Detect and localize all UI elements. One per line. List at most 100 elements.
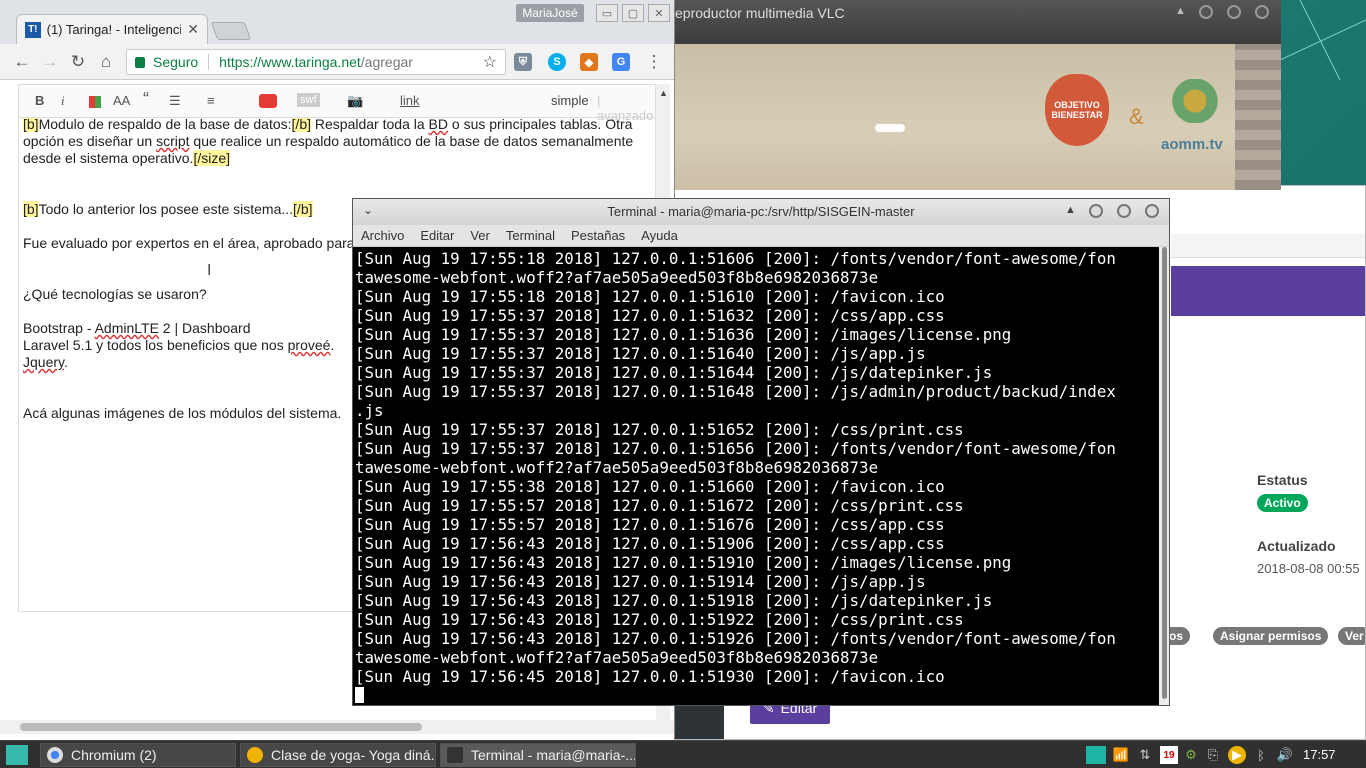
task-label: Chromium (2) — [71, 747, 157, 763]
terminal-minimize-button[interactable] — [1089, 204, 1103, 218]
terminal-line: [Sun Aug 19 17:56:43 2018] 127.0.0.1:519… — [355, 534, 945, 553]
task-vlc[interactable]: Clase de yoga- Yoga diná... — [240, 743, 436, 767]
terminal-scrollbar[interactable] — [1159, 247, 1169, 705]
editor-text: Modulo de respaldo de la base de datos: — [38, 118, 292, 132]
url-host: https://www.taringa.net — [219, 54, 361, 70]
updated-label: Actualizado — [1257, 538, 1336, 554]
bold-button[interactable]: B — [35, 93, 44, 108]
camera-icon[interactable]: 📷 — [347, 93, 363, 109]
menu-archivo[interactable]: Archivo — [361, 228, 404, 243]
italic-button[interactable]: i — [61, 93, 65, 109]
misspelled-word: script — [156, 133, 190, 149]
start-menu-icon[interactable] — [6, 745, 28, 765]
google-translate-extension-icon[interactable]: G — [612, 53, 630, 71]
menu-ver[interactable]: Ver — [470, 228, 490, 243]
updated-value: 2018-08-08 00:55 — [1257, 561, 1360, 576]
vlc-shade-icon[interactable]: ▲ — [1175, 5, 1186, 17]
bookmark-star-icon[interactable]: ☆ — [483, 52, 497, 72]
terminal-line: .js — [355, 401, 384, 420]
terminal-line: [Sun Aug 19 17:56:43 2018] 127.0.0.1:519… — [355, 610, 964, 629]
home-icon[interactable]: ⌂ — [96, 52, 116, 72]
new-tab-button[interactable] — [210, 22, 252, 40]
video-objetivo-bienestar-logo: OBJETIVO BIENESTAR — [1045, 74, 1109, 146]
reload-icon[interactable]: ↻ — [68, 52, 88, 72]
terminal-line: [Sun Aug 19 17:55:57 2018] 127.0.0.1:516… — [355, 515, 945, 534]
vlc-window[interactable]: eproductor multimedia VLC ▲ OBJETIVO BIE… — [675, 0, 1281, 190]
misspelled-word: AdminLTE — [94, 320, 159, 336]
terminal-line: [Sun Aug 19 17:56:43 2018] 127.0.0.1:519… — [355, 591, 993, 610]
terminal-window[interactable]: ⌄ Terminal - maria@maria-pc:/srv/http/SI… — [352, 198, 1170, 706]
media-play-icon[interactable]: ▶ — [1228, 746, 1246, 764]
terminal-scroll-thumb[interactable] — [1162, 247, 1167, 699]
list-icon[interactable]: ☰ — [169, 93, 181, 109]
menu-ayuda[interactable]: Ayuda — [641, 228, 678, 243]
view-badge[interactable]: Ver — [1338, 627, 1365, 645]
skype-extension-icon[interactable]: S — [548, 53, 566, 71]
volume-icon[interactable]: 🔊 — [1276, 746, 1294, 764]
wifi-icon[interactable]: 📶 — [1112, 746, 1130, 764]
metamask-extension-icon[interactable]: ◆ — [580, 53, 598, 71]
editor-text: o sus principales tablas. Otra — [448, 118, 633, 132]
terminal-shade-icon[interactable]: ▲ — [1065, 204, 1076, 216]
editor-text: . — [330, 337, 335, 353]
terminal-titlebar[interactable]: ⌄ Terminal - maria@maria-pc:/srv/http/SI… — [353, 199, 1169, 225]
lock-icon — [135, 56, 145, 68]
workspace-switcher-icon[interactable] — [1086, 746, 1106, 764]
terminal-maximize-button[interactable] — [1117, 204, 1131, 218]
terminal-line: tawesome-webfont.woff2?af7ae505a9eed503f… — [355, 268, 879, 287]
chromium-minimize-button[interactable]: ▭ — [596, 4, 618, 22]
forward-arrow-icon[interactable]: → — [40, 52, 60, 72]
horizontal-scroll-thumb[interactable] — [20, 723, 422, 731]
bluetooth-icon[interactable]: ᛒ — [1252, 746, 1270, 764]
tab-taringa[interactable]: T! (1) Taringa! - Inteligencia ✕ — [16, 14, 208, 44]
chromium-maximize-button[interactable]: ▢ — [622, 4, 644, 22]
vlc-maximize-button[interactable] — [1227, 5, 1241, 19]
page-horizontal-scrollbar[interactable] — [0, 720, 674, 734]
clipboard-icon[interactable]: ⎘ — [1204, 746, 1222, 764]
vlc-video-area[interactable]: OBJETIVO BIENESTAR & aomm.tv — [675, 44, 1281, 190]
link-button[interactable]: link — [400, 93, 420, 108]
bbcode-tag: [/size] — [193, 150, 231, 166]
menu-pestanas[interactable]: Pestañas — [571, 228, 625, 243]
secure-label: Seguro — [153, 54, 199, 70]
color-picker-icon[interactable] — [89, 96, 101, 108]
font-size-button[interactable]: AA — [113, 93, 130, 108]
align-icon[interactable]: ≡ — [207, 93, 215, 108]
terminal-output[interactable]: [Sun Aug 19 17:55:18 2018] 127.0.0.1:516… — [353, 247, 1159, 705]
shield-extension-icon[interactable]: ⛨ — [514, 53, 532, 71]
vlc-titlebar[interactable]: eproductor multimedia VLC ▲ — [675, 0, 1281, 44]
terminal-close-button[interactable] — [1145, 204, 1159, 218]
task-chromium[interactable]: Chromium (2) — [40, 743, 236, 767]
chromium-close-button[interactable]: ✕ — [648, 4, 670, 22]
menu-editar[interactable]: Editar — [420, 228, 454, 243]
video-brick-wall — [1235, 44, 1281, 190]
terminal-icon — [447, 747, 463, 763]
quote-button[interactable]: “ — [143, 89, 149, 110]
task-terminal[interactable]: Terminal - maria@maria-... — [440, 743, 636, 767]
calendar-icon[interactable]: 19 — [1160, 746, 1178, 764]
profile-button[interactable]: MariaJosé — [516, 4, 584, 22]
video-ampersand: & — [1129, 104, 1144, 129]
vlc-close-button[interactable] — [1255, 5, 1269, 19]
assign-permissions-badge[interactable]: Asignar permisos — [1213, 627, 1329, 645]
vlc-play-icon — [247, 747, 263, 763]
menu-terminal[interactable]: Terminal — [506, 228, 555, 243]
vlc-minimize-button[interactable] — [1199, 5, 1213, 19]
editor-text: Respaldar toda la — [311, 118, 429, 132]
youtube-icon[interactable] — [259, 94, 277, 108]
swf-button[interactable]: swf — [297, 93, 320, 107]
address-separator — [208, 54, 210, 70]
chromium-toolbar: ← → ↻ ⌂ Seguro https://www.taringa.net /… — [0, 44, 674, 80]
terminal-menubar: Archivo Editar Ver Terminal Pestañas Ayu… — [353, 225, 1169, 247]
simple-mode-button[interactable]: simple — [551, 93, 589, 108]
clock[interactable]: 17:57 — [1303, 747, 1336, 762]
network-icon[interactable]: ⇅ — [1136, 746, 1154, 764]
scroll-up-arrow-icon[interactable]: ▲ — [659, 88, 668, 98]
editor-text: desde el sistema operativo. — [23, 150, 194, 166]
back-arrow-icon[interactable]: ← — [12, 52, 32, 72]
chromium-menu-icon[interactable]: ⋮ — [644, 52, 664, 72]
chromium-tabstrip[interactable]: T! (1) Taringa! - Inteligencia ✕ MariaJo… — [0, 0, 674, 44]
gear-icon[interactable]: ⚙ — [1182, 746, 1200, 764]
address-bar[interactable]: Seguro https://www.taringa.net /agregar … — [126, 49, 506, 75]
tab-close-icon[interactable]: ✕ — [187, 21, 199, 38]
